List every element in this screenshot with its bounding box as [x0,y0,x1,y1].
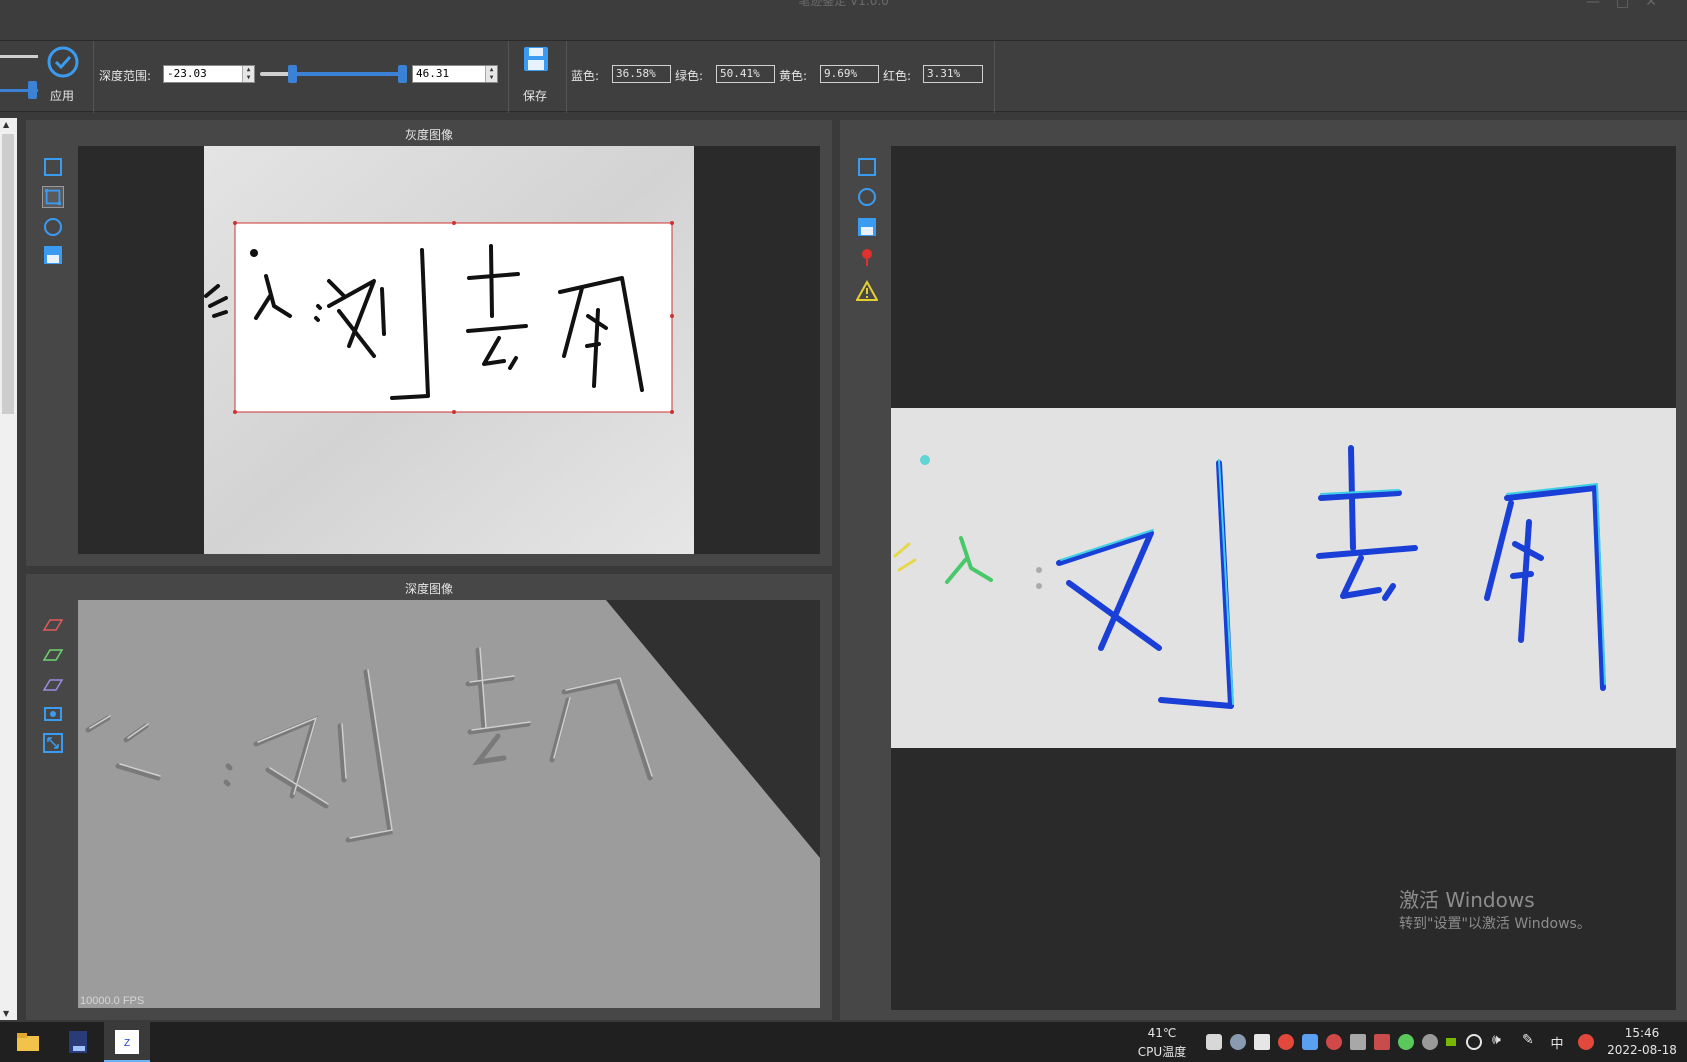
tray-plus-icon[interactable] [1398,1034,1414,1050]
stat-green-label: 绿色: [675,69,704,83]
marker-pin-icon[interactable] [856,246,878,268]
clock-date[interactable]: 2022-08-18 [1600,1043,1684,1057]
vertical-scrollbar[interactable]: ▲ ▼ [0,118,17,1020]
stat-yellow-value: 9.69% [820,65,879,83]
tray-user-icon[interactable] [1230,1034,1246,1050]
rotate-icon[interactable] [42,216,64,238]
depth-max-value: 46.31 [416,67,450,80]
stat-blue-label: 蓝色: [571,69,600,83]
depth-range-label: 深度范围: [99,69,152,83]
tray-volume-icon[interactable]: 🕪 [1492,1032,1501,1048]
tray-blocked-icon[interactable] [1326,1034,1342,1050]
tray-antivirus-icon[interactable] [1278,1034,1294,1050]
gray-image-panel: 灰度图像 [26,120,832,566]
fps-readout: 10000.0 FPS [80,995,145,1007]
tray-network-tool-icon[interactable] [1422,1034,1438,1050]
tray-nvidia-icon[interactable] [1446,1038,1456,1046]
window-controls[interactable]: —□✕ [1586,0,1673,10]
stat-red-value: 3.31% [923,65,983,83]
rotate-icon[interactable] [856,186,878,208]
heatmap-image [891,408,1676,748]
stat-red-label: 红色: [883,69,912,83]
window-title: 笔迹鉴定 V1.0.0 [798,0,889,8]
svg-text:Z: Z [124,1038,130,1049]
depth-image-panel: 深度图像 10000.0 FPS [26,574,832,1020]
stat-yellow-label: 黄色: [779,69,808,83]
title-bar: 笔迹鉴定 V1.0.0 —□✕ [0,0,1687,40]
tray-security-icon[interactable] [1302,1034,1318,1050]
scroll-down-arrow-icon[interactable]: ▼ [3,1009,9,1018]
y-plane-icon[interactable] [42,642,64,664]
clock-time[interactable]: 15:46 [1600,1026,1684,1040]
warning-icon[interactable] [856,280,878,302]
tray-drive-icon[interactable] [1350,1034,1366,1050]
depth-min-handle[interactable] [288,65,297,83]
gray-handwriting-image [204,146,694,554]
toolbar: 应用 深度范围: -23.03 ▲ ▼ 46.31 ▲ ▼ 保存 蓝色: 36.58… [0,40,1687,113]
tray-sogou-icon[interactable] [1578,1034,1594,1050]
depth-min-spinbox[interactable]: -23.03 ▲ ▼ [163,65,255,83]
heatmap-viewport[interactable]: 激活 Windows 转到"设置"以激活 Windows。 [891,146,1676,1010]
floppy-disk-icon [524,47,548,71]
depth-min-value: -23.03 [167,67,207,80]
save-button[interactable]: 保存 [516,43,556,107]
heatmap-panel: 激活 Windows 转到"设置"以激活 Windows。 [840,120,1687,1020]
scroll-thumb[interactable] [2,134,14,414]
checkmark-circle-icon [47,46,79,78]
active-app-button[interactable]: Z [104,1022,150,1062]
save-label: 保存 [523,89,548,103]
tray-shield-icon[interactable] [1254,1034,1270,1050]
tray-icons: 🕪 ✎ [1202,1032,1554,1052]
stat-blue-value: 36.58% [612,65,671,83]
z-plane-icon[interactable] [42,672,64,694]
roi-select-icon[interactable] [42,186,64,208]
tray-globe-icon[interactable] [1466,1034,1482,1050]
save-image-icon[interactable] [42,244,64,266]
save-image-icon[interactable] [856,216,878,238]
spin-arrows-icon[interactable]: ▲ ▼ [485,66,497,82]
threshold-slider-handle[interactable] [28,81,37,99]
activation-watermark-subtitle: 转到"设置"以激活 Windows。 [1399,916,1591,932]
handwriting-app-icon: Z [115,1030,139,1054]
stat-green-value: 50.41% [716,65,775,83]
camera-icon[interactable] [42,702,64,724]
apply-button[interactable]: 应用 [44,45,82,107]
cpu-temperature: 41℃ [1147,1026,1177,1040]
depth-max-handle[interactable] [398,65,407,83]
gray-image-viewport[interactable] [78,146,820,554]
depth-range-track [292,72,400,76]
apply-label: 应用 [50,89,75,103]
taskbar: Z 41℃ CPU温度 🕪 ✎ 中 15:46 2022-08-18 [0,1022,1687,1062]
depth-range-slider[interactable] [260,65,410,83]
tray-tool-icon[interactable] [1374,1034,1390,1050]
fit-view-icon[interactable] [856,156,878,178]
spin-arrows-icon[interactable]: ▲ ▼ [242,66,254,82]
depth-panel-title: 深度图像 [404,582,453,596]
activation-watermark-title: 激活 Windows [1399,888,1535,912]
tray-app-icon[interactable] [1206,1034,1222,1050]
x-plane-icon[interactable] [42,612,64,634]
depth-image-viewport[interactable]: 10000.0 FPS [78,600,820,1008]
threshold-slider-track[interactable] [0,55,38,58]
fit-view-icon[interactable] [42,156,64,178]
ime-indicator[interactable]: 中 [1548,1033,1566,1052]
file-explorer-icon[interactable] [14,1028,42,1056]
app-launcher-icon[interactable] [64,1028,92,1056]
scroll-up-arrow-icon[interactable]: ▲ [3,120,9,129]
gray-panel-title: 灰度图像 [404,128,453,142]
depth-max-spinbox[interactable]: 46.31 ▲ ▼ [412,65,498,83]
cpu-temperature-label: CPU温度 [1137,1045,1187,1059]
depth-relief-image [78,600,820,1008]
expand-icon[interactable] [42,732,64,754]
tray-pen-icon[interactable]: ✎ [1522,1032,1534,1048]
